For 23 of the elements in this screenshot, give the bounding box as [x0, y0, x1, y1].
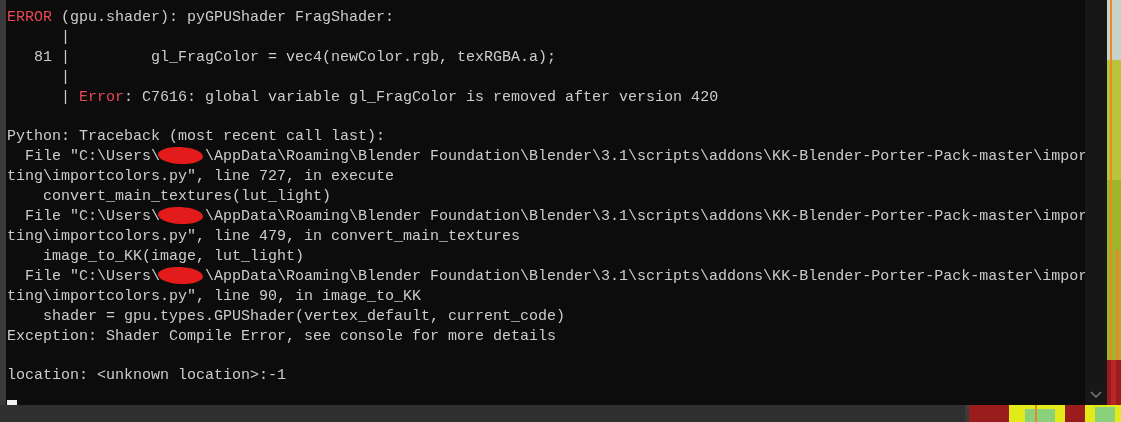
console-line: ting\importcolors.py", line 727, in execute — [7, 166, 396, 187]
console-line: | Error: C7616: global variable gl_FragColor is removed after version 420 — [60, 88, 720, 108]
console-line: ting\importcolors.py", line 479, in convert_main_textures — [7, 226, 522, 247]
console-line: ERROR (gpu.shader): pyGPUShader FragShader: — [7, 8, 396, 28]
console-text: File "C:\Users\ — [24, 207, 161, 225]
console-line: shader = gpu.types.GPUShader(vertex_default, current_code) — [42, 306, 567, 327]
chevron-down-icon[interactable] — [1090, 391, 1102, 399]
console-line: convert_main_textures(lut_light) — [42, 186, 333, 207]
console-line: location: <unknown location>:-1 — [7, 365, 288, 386]
console-line: 81 | gl_FragColor = vec4(newColor.rgb, texRGBA.a); — [33, 48, 558, 68]
scrollbar[interactable] — [1085, 0, 1107, 405]
console-text: File "C:\Users\ — [24, 147, 161, 165]
console-text: \AppData\Roaming\Blender Foundation\Blender\3.1\scripts\addons\KK-Blender-Porter-Pack-master\impor — [205, 267, 1085, 285]
console-text: File "C:\Users\ — [24, 267, 161, 285]
console-line: image_to_KK(image, lut_light) — [42, 246, 306, 267]
console-line: Exception: Shader Compile Error, see console for more details — [7, 326, 558, 347]
console-line: ting\importcolors.py", line 90, in image_to_KK — [7, 286, 423, 307]
console-text: \AppData\Roaming\Blender Foundation\Blender\3.1\scripts\addons\KK-Blender-Porter-Pack-master\impor — [205, 207, 1085, 225]
console-line: Python: Traceback (most recent call last): — [7, 126, 387, 147]
console-line: | — [60, 68, 71, 88]
text-cursor — [7, 400, 17, 405]
console-line: | — [60, 28, 71, 48]
console-text: \AppData\Roaming\Blender Foundation\Blender\3.1\scripts\addons\KK-Blender-Porter-Pack-master\impor — [205, 147, 1085, 165]
